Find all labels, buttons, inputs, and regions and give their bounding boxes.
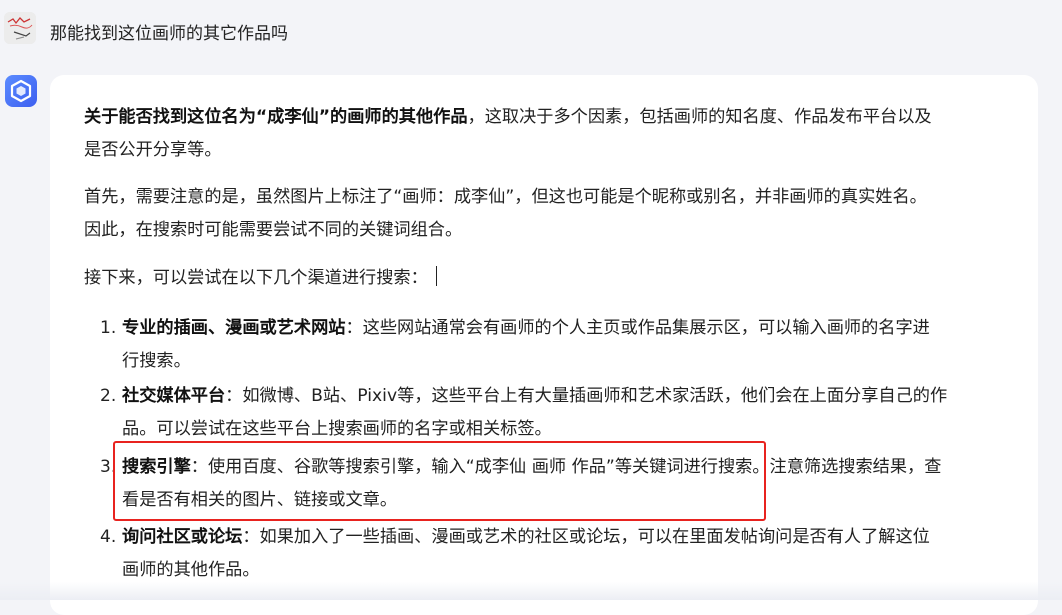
answer-paragraph-intro: 关于能否找到这位名为“成李仙”的画师的其他作品，这取决于多个因素，包括画师的知名…: [84, 101, 1004, 167]
list-item-number: 2.: [100, 386, 117, 406]
user-question-text: 那能找到这位画师的其它作品吗: [50, 24, 288, 44]
answer-paragraph-note: 首先，需要注意的是，虽然图片上标注了“画师：成李仙”，但这也可能是个昵称或别名，…: [84, 181, 1004, 247]
intro-text-line2: 是否公开分享等。: [84, 140, 222, 160]
list-item-number: 4.: [100, 527, 117, 547]
intro-bold-text: 关于能否找到这位名为“成李仙”的画师的其他作品: [84, 107, 468, 127]
list-item-title: 专业的插画、漫画或艺术网站: [122, 318, 346, 338]
list-item-body-line2: 品。可以尝试在这些平台上搜索画师的名字或相关标签。: [122, 419, 552, 439]
list-item-title: 社交媒体平台: [122, 386, 226, 406]
intro-text-line1: ，这取决于多个因素，包括画师的知名度、作品发布平台以及: [467, 107, 932, 127]
red-highlight-annotation: [113, 441, 766, 521]
list-item-text: 社交媒体平台：如微博、B站、Pixiv等，这些平台上有大量插画师和艺术家活跃，他…: [122, 380, 1012, 446]
list-item-body-line1: ：这些网站通常会有画师的个人主页或作品集展示区，可以输入画师的名字进: [345, 318, 930, 338]
list-item-body-line2: 画师的其他作品。: [122, 560, 260, 580]
note-text-line2: 因此，在搜索时可能需要尝试不同的关键词组合。: [84, 220, 463, 240]
list-item-body-line1: ：如果加入了一些插画、漫画或艺术的社区或论坛，可以在里面发帖询问是否有人了解这位: [242, 527, 930, 547]
text-cursor: [435, 266, 437, 286]
list-item-text: 询问社区或论坛：如果加入了一些插画、漫画或艺术的社区或论坛，可以在里面发帖询问是…: [122, 521, 1012, 587]
list-item-body-line2: 行搜索。: [122, 351, 191, 371]
channels-intro-text: 接下来，可以尝试在以下几个渠道进行搜索：: [84, 268, 428, 288]
scroll-fade: [0, 582, 1062, 600]
note-text-line1: 首先，需要注意的是，虽然图片上标注了“画师：成李仙”，但这也可能是个昵称或别名，…: [84, 187, 927, 207]
list-item-body-line1: ：如微博、B站、Pixiv等，这些平台上有大量插画师和艺术家活跃，他们会在上面分…: [225, 386, 948, 406]
user-message-row: 那能找到这位画师的其它作品吗: [0, 0, 1062, 62]
list-item-text: 专业的插画、漫画或艺术网站：这些网站通常会有画师的个人主页或作品集展示区，可以输…: [122, 312, 1012, 378]
user-avatar-image: [4, 12, 36, 44]
assistant-avatar: [5, 75, 37, 107]
answer-paragraph-channels: 接下来，可以尝试在以下几个渠道进行搜索：: [84, 262, 1004, 295]
user-avatar[interactable]: [4, 12, 36, 44]
assistant-cube-icon: [10, 79, 32, 103]
list-item-number: 1.: [100, 318, 117, 338]
list-item-title: 询问社区或论坛: [122, 527, 243, 547]
